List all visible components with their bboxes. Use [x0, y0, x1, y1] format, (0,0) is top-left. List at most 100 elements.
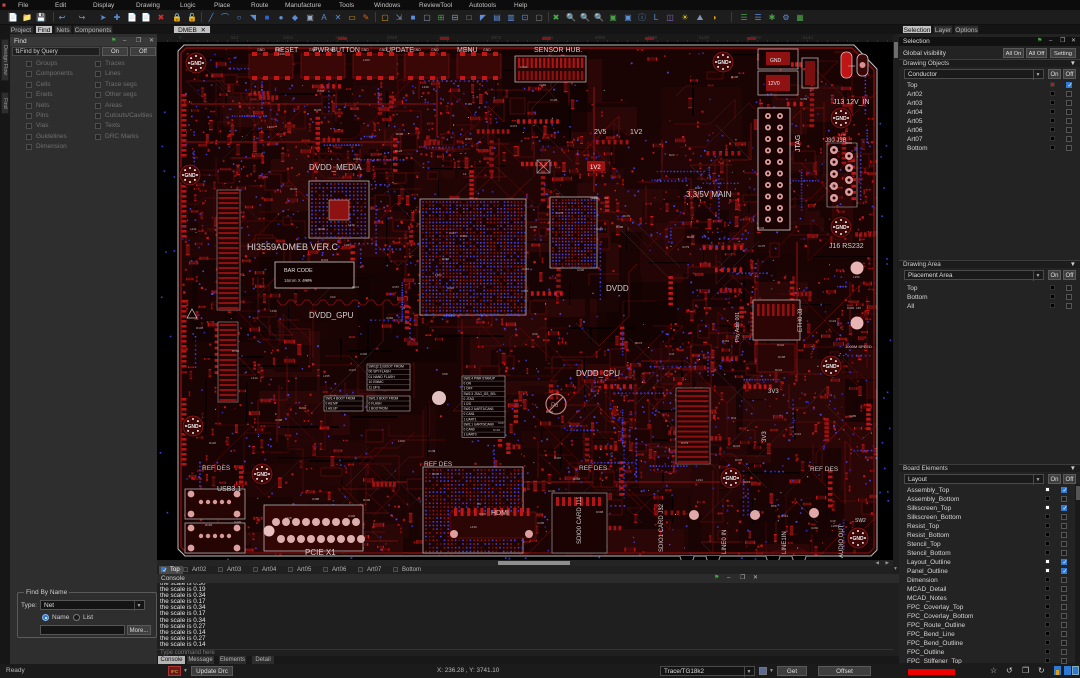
- svg-text:GND: GND: [190, 61, 202, 67]
- svg-text:R11: R11: [731, 416, 737, 420]
- svg-text:GND: GND: [431, 48, 439, 52]
- svg-text:U5: U5: [477, 502, 481, 506]
- svg-text:1 UART1: 1 UART1: [464, 417, 477, 421]
- svg-text:UPDATE: UPDATE: [386, 47, 414, 54]
- svg-text:MENU: MENU: [457, 47, 478, 54]
- svg-text:R224: R224: [733, 444, 741, 448]
- svg-text:D379: D379: [681, 441, 689, 445]
- svg-text:C62: C62: [330, 295, 336, 299]
- svg-text:R56: R56: [771, 504, 777, 508]
- svg-text:L325: L325: [285, 516, 292, 520]
- svg-text:GND: GND: [483, 48, 491, 52]
- svg-text:L228: L228: [278, 52, 285, 56]
- svg-text:DVDD: DVDD: [606, 284, 629, 293]
- svg-text:D482: D482: [442, 257, 450, 261]
- svg-text:D248: D248: [432, 472, 440, 476]
- svg-text:U175: U175: [428, 449, 436, 453]
- svg-text:3.3/5V MAIN: 3.3/5V MAIN: [686, 190, 732, 199]
- svg-text:R335: R335: [318, 227, 326, 231]
- svg-text:J13 12V_IN: J13 12V_IN: [833, 99, 870, 106]
- svg-text:R497: R497: [554, 456, 562, 460]
- svg-text:SW2.2 UART1/CAN1: SW2.2 UART1/CAN1: [464, 407, 494, 411]
- svg-text:C123: C123: [829, 319, 837, 323]
- svg-text:L187: L187: [344, 243, 351, 247]
- svg-text:U58: U58: [442, 372, 448, 376]
- svg-text:J30 J3B: J30 J3B: [825, 138, 847, 144]
- svg-text:U465: U465: [849, 414, 857, 418]
- svg-text:SW1[2:1] BOOT FROM: SW1[2:1] BOOT FROM: [369, 365, 405, 369]
- svg-text:C41: C41: [669, 352, 675, 356]
- svg-text:L349: L349: [422, 85, 429, 89]
- svg-text:U159: U159: [800, 97, 808, 101]
- svg-text:SW2.1 UART0/CAN0: SW2.1 UART0/CAN0: [464, 422, 494, 426]
- svg-text:GND: GND: [717, 60, 729, 66]
- svg-text:SDIO1 CARD J32: SDIO1 CARD J32: [659, 503, 665, 552]
- svg-text:GND: GND: [835, 225, 847, 231]
- svg-text:1V2: 1V2: [590, 165, 601, 171]
- svg-text:U116: U116: [447, 286, 454, 290]
- svg-text:U474: U474: [510, 124, 518, 128]
- svg-text:P6: P6: [551, 403, 559, 409]
- svg-text:U179: U179: [682, 245, 690, 249]
- svg-text:C191: C191: [522, 267, 530, 271]
- svg-text:D133: D133: [757, 226, 765, 230]
- svg-text:L172: L172: [839, 133, 846, 137]
- svg-text:U39: U39: [532, 332, 538, 336]
- svg-text:GND: GND: [825, 364, 837, 370]
- svg-text:R410: R410: [196, 326, 204, 330]
- svg-text:C140: C140: [548, 489, 556, 493]
- svg-text:L269: L269: [398, 439, 405, 443]
- svg-text:REF DES: REF DES: [579, 465, 608, 472]
- svg-text:R367: R367: [465, 137, 473, 141]
- svg-text:0 AS:MP: 0 AS:MP: [326, 402, 338, 406]
- svg-text:D453: D453: [722, 339, 730, 343]
- svg-text:C60: C60: [498, 421, 504, 425]
- svg-text:2V5: 2V5: [594, 129, 607, 136]
- svg-text:D466: D466: [847, 306, 855, 310]
- svg-text:C402: C402: [520, 65, 528, 69]
- svg-text:0 CAN1: 0 CAN1: [464, 412, 475, 416]
- svg-text:1 BOOTROM: 1 BOOTROM: [369, 407, 388, 411]
- svg-text:SENSOR HUB.: SENSOR HUB.: [534, 47, 582, 54]
- svg-text:U292: U292: [811, 526, 819, 530]
- svg-text:1 OFF: 1 OFF: [464, 387, 473, 391]
- svg-text:R274: R274: [743, 480, 751, 484]
- svg-text:SW2.4 PWR STARUP: SW2.4 PWR STARUP: [464, 377, 495, 381]
- svg-text:D394: D394: [460, 234, 468, 238]
- svg-text:SW1.4 BOOT FROM: SW1.4 BOOT FROM: [326, 397, 356, 401]
- svg-text:PWR BUTTON: PWR BUTTON: [313, 47, 360, 54]
- svg-text:ETH0 J3: ETH0 J3: [798, 308, 804, 332]
- svg-text:LINE0 IN: LINE0 IN: [722, 530, 728, 554]
- svg-text:GND: GND: [852, 536, 864, 542]
- svg-text:C384: C384: [596, 227, 604, 231]
- svg-text:U408: U408: [687, 235, 695, 239]
- svg-text:R400: R400: [479, 512, 487, 516]
- svg-text:SDIO0 CARD J11: SDIO0 CARD J11: [577, 496, 583, 544]
- svg-text:GND: GND: [257, 48, 265, 52]
- svg-text:C175: C175: [556, 211, 564, 215]
- svg-text:BAR CODE: BAR CODE: [284, 268, 313, 274]
- svg-text:GND: GND: [361, 48, 369, 52]
- svg-text:L203: L203: [267, 125, 274, 129]
- svg-text:Phy Addr 001: Phy Addr 001: [735, 312, 741, 342]
- svg-text:GND: GND: [187, 424, 199, 430]
- svg-text:U357: U357: [392, 285, 400, 289]
- svg-text:U436: U436: [348, 514, 356, 518]
- svg-text:D156: D156: [232, 349, 240, 353]
- svg-text:GND: GND: [256, 472, 268, 478]
- svg-text:0 ON: 0 ON: [464, 382, 472, 386]
- svg-text:R183: R183: [205, 523, 213, 527]
- svg-text:DVDD_MEDIA: DVDD_MEDIA: [309, 163, 362, 172]
- svg-text:R145: R145: [314, 108, 322, 112]
- svg-text:D32: D32: [829, 184, 835, 188]
- svg-text:GND: GND: [770, 58, 782, 64]
- svg-text:D158: D158: [778, 355, 786, 359]
- svg-text:DVDD_CPU: DVDD_CPU: [576, 369, 620, 378]
- svg-text:C308: C308: [275, 418, 283, 422]
- svg-text:D118: D118: [209, 441, 216, 445]
- svg-text:D398: D398: [596, 510, 604, 514]
- svg-text:PCIE X1: PCIE X1: [305, 548, 336, 557]
- svg-text:C162: C162: [848, 64, 856, 68]
- svg-text:R341: R341: [352, 285, 360, 289]
- svg-text:D9: D9: [468, 102, 472, 106]
